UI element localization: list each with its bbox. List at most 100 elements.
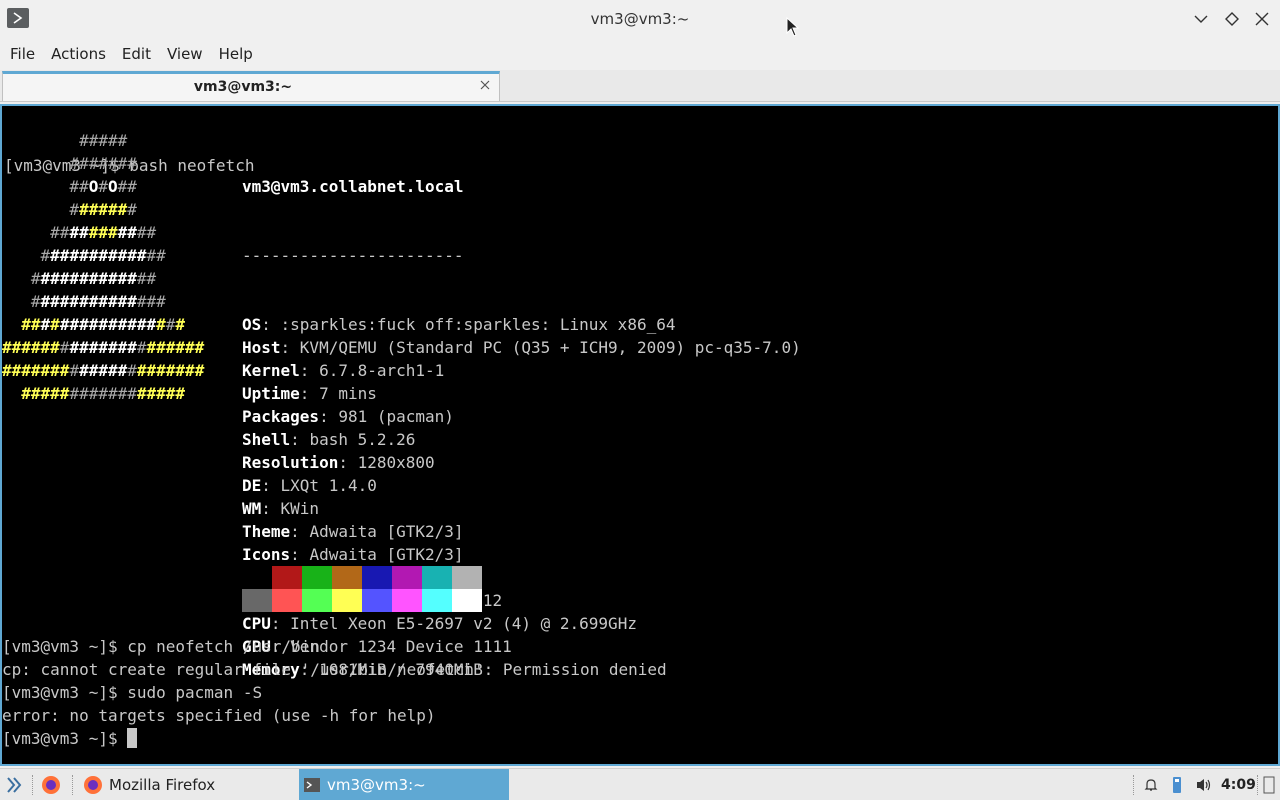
logo-segment: ####### [69,384,137,403]
terminal-line: cp: cannot create regular file '/usr/bin… [2,660,667,679]
tab-close-icon[interactable] [477,77,493,93]
logo-segment: ## [2,223,70,242]
minimize-button[interactable] [1190,8,1212,30]
info-key: Resolution [242,453,339,472]
color-swatch [392,589,422,612]
usb-button[interactable] [1170,769,1186,800]
info-row: Packages: 981 (pacman) [242,407,454,426]
logo-segment: # [69,361,80,380]
info-row: DE: LXQt 1.4.0 [242,476,377,495]
lxqt-logo-icon [7,777,22,793]
color-swatch [302,566,332,589]
close-button[interactable] [1251,8,1273,30]
ascii-logo: ##### ####### ##O#O## ####### ##########… [2,129,204,405]
logo-line: ################# [2,382,204,405]
info-key: Packages [242,407,320,426]
menu-file[interactable]: File [2,38,43,70]
logo-segment: # [98,177,108,196]
logo-segment: ## [117,177,137,196]
logo-line: ########### [2,221,204,244]
info-separator: ----------------------- [242,246,464,265]
info-row: Theme: Adwaita [GTK2/3] [242,522,464,541]
terminal-tab[interactable]: vm3@vm3:~ [2,71,500,101]
color-swatch [332,566,362,589]
logo-segment: # [2,246,51,265]
task-terminal[interactable]: vm3@vm3:~ [299,769,509,800]
firefox-launcher[interactable] [40,769,64,800]
info-value: 7 mins [319,384,377,403]
tab-bar: vm3@vm3:~ [0,70,1280,102]
info-value: bash 5.2.26 [309,430,416,449]
logo-segment: ## [117,223,137,242]
logo-segment: ## [2,315,41,334]
terminal-view[interactable]: [vm3@vm3 ~]$ bash neofetch ##### #######… [0,104,1280,766]
color-palette [242,566,482,612]
logo-segment: O [88,177,99,196]
notifications-button[interactable] [1143,769,1161,800]
logo-segment: ########## [50,246,147,265]
start-menu-button[interactable] [4,769,26,800]
color-swatch [242,589,272,612]
logo-line: ############# [2,244,204,267]
logo-segment: ########## [40,269,137,288]
color-swatch [362,566,392,589]
info-row: Host: KVM/QEMU (Standard PC (Q35 + ICH9,… [242,338,801,357]
volume-icon [1197,779,1211,791]
diamond-icon [1225,12,1239,26]
info-key: DE [242,476,262,495]
logo-segment: # [136,338,147,357]
info-key: Shell [242,430,291,449]
info-key: Icons [242,545,291,564]
menu-help[interactable]: Help [211,38,261,70]
menu-edit[interactable]: Edit [114,38,159,70]
taskbar: Mozilla Firefox vm3@vm3:~ 4:09 [0,768,1280,800]
logo-segment: # [2,200,80,219]
prompt-line[interactable]: [vm3@vm3 ~]$ [2,727,667,750]
info-value: Intel Xeon E5-2697 v2 (4) @ 2.699GHz [290,614,637,633]
terminal-line: error: no targets specified (use -h for … [2,706,436,725]
logo-segment: # [127,361,137,380]
task-firefox[interactable]: Mozilla Firefox [78,769,296,800]
logo-segment: ####### [2,154,137,173]
logo-line: ##### [2,129,204,152]
logo-line: ##O#O## [2,175,204,198]
color-swatch [392,566,422,589]
info-value: 981 (pacman) [338,407,454,426]
logo-segment: # [50,315,60,334]
maximize-button[interactable] [1221,8,1243,30]
color-swatch [422,566,452,589]
menu-view[interactable]: View [159,38,211,70]
logo-segment: ### [136,292,166,311]
logo-segment: ########## [40,292,137,311]
info-row: Uptime: 7 mins [242,384,377,403]
palette-row [242,589,482,612]
info-row: Icons: Adwaita [GTK2/3] [242,545,464,564]
logo-segment: O [107,177,118,196]
info-row: OS: :sparkles:fuck off:sparkles: Linux x… [242,315,676,334]
info-row: Kernel: 6.7.8-arch1-1 [242,361,445,380]
clock[interactable]: 4:09 [1221,769,1256,800]
logo-segment: ## [146,246,166,265]
logo-segment: ##### [79,361,128,380]
menu-actions[interactable]: Actions [43,38,114,70]
logo-segment: ## [69,223,89,242]
info-value: :sparkles:fuck off:sparkles: Linux x86_6… [280,315,676,334]
info-row: WM: KWin [242,499,320,518]
volume-button[interactable] [1195,769,1215,800]
info-value: KVM/QEMU (Standard PC (Q35 + ICH9, 2009)… [299,338,801,357]
text-cursor [127,728,138,748]
color-swatch [242,566,272,589]
logo-segment: ##### [2,384,70,403]
menu-bar: File Actions Edit View Help [0,38,1280,70]
logo-segment: # [2,269,41,288]
color-swatch [272,589,302,612]
logo-segment: # [165,315,176,334]
color-swatch [332,589,362,612]
logo-segment: ########## [59,315,157,334]
color-swatch [422,589,452,612]
terminal-icon [304,778,320,792]
show-desktop-button[interactable] [1263,769,1277,800]
logo-segment: ### [88,223,118,242]
logo-segment: ##### [79,200,128,219]
info-row: CPU: Intel Xeon E5-2697 v2 (4) @ 2.699GH… [242,614,637,633]
